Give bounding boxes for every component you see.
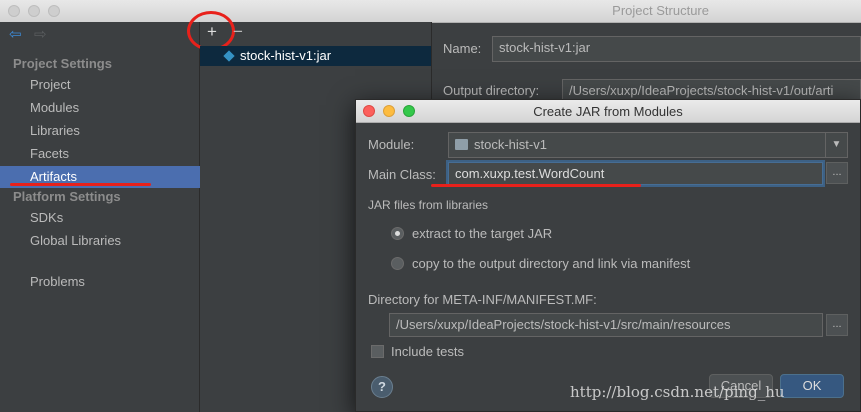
extract-radio-label[interactable]: extract to the target JAR: [412, 226, 552, 241]
include-tests-label[interactable]: Include tests: [391, 344, 464, 359]
project-settings-header: Project Settings: [13, 56, 112, 71]
watermark-text: http://blog.csdn.net/ping_hu: [570, 383, 785, 401]
extract-radio[interactable]: [391, 227, 404, 240]
manifest-dir-browse-button[interactable]: ...: [826, 314, 848, 336]
copy-radio-label[interactable]: copy to the output directory and link vi…: [412, 256, 690, 271]
sidebar: ⇦ ⇨ Project Settings Project Modules Lib…: [0, 22, 200, 412]
window-title-bar: Project Structure: [0, 0, 861, 23]
sidebar-item-artifacts-label: Artifacts: [30, 169, 77, 184]
dialog-title-bar: Create JAR from Modules: [356, 100, 860, 123]
ok-button[interactable]: OK: [780, 374, 844, 398]
remove-artifact-button[interactable]: −: [233, 22, 243, 42]
red-circle-annotation: [187, 11, 235, 51]
list-item-artifact[interactable]: stock-hist-v1:jar: [200, 46, 431, 66]
jar-files-section-header: JAR files from libraries: [368, 198, 489, 212]
name-field[interactable]: stock-hist-v1:jar: [492, 36, 861, 62]
name-label: Name:: [443, 41, 482, 56]
manifest-dir-field[interactable]: /Users/xuxp/IdeaProjects/stock-hist-v1/s…: [389, 313, 823, 337]
dialog-title: Create JAR from Modules: [533, 104, 683, 119]
main-class-browse-button[interactable]: ...: [826, 162, 848, 184]
module-select-value: stock-hist-v1: [474, 137, 547, 152]
module-label: Module:: [368, 137, 415, 152]
sidebar-item-problems[interactable]: Problems: [30, 274, 85, 289]
sidebar-item-modules[interactable]: Modules: [30, 100, 79, 115]
output-directory-label: Output directory:: [443, 83, 540, 98]
sidebar-item-facets[interactable]: Facets: [30, 146, 69, 161]
main-class-field[interactable]: com.xuxp.test.WordCount: [448, 162, 823, 185]
forward-arrow-icon[interactable]: ⇨: [34, 25, 47, 43]
help-icon[interactable]: ?: [371, 376, 393, 398]
module-select[interactable]: stock-hist-v1 ▼: [448, 132, 848, 158]
main-class-label: Main Class:: [368, 167, 436, 182]
module-folder-icon: [455, 139, 468, 150]
sidebar-item-sdks[interactable]: SDKs: [30, 210, 63, 225]
platform-settings-header: Platform Settings: [13, 189, 121, 204]
jar-artifact-icon: [223, 50, 235, 62]
sidebar-item-global-libraries[interactable]: Global Libraries: [30, 233, 121, 248]
include-tests-checkbox[interactable]: [371, 345, 384, 358]
artifact-label: stock-hist-v1:jar: [240, 48, 332, 63]
red-underline-annotation: [10, 183, 151, 186]
red-underline-annotation-main-class: [431, 184, 641, 187]
copy-radio[interactable]: [391, 257, 404, 270]
chevron-down-icon[interactable]: ▼: [825, 133, 847, 157]
window-title: Project Structure: [612, 3, 709, 18]
sidebar-item-project[interactable]: Project: [30, 77, 70, 92]
manifest-dir-label: Directory for META-INF/MANIFEST.MF:: [368, 292, 597, 307]
create-jar-dialog: Create JAR from Modules Module: stock-hi…: [355, 99, 861, 412]
sidebar-item-libraries[interactable]: Libraries: [30, 123, 80, 138]
back-arrow-icon[interactable]: ⇦: [9, 25, 22, 43]
